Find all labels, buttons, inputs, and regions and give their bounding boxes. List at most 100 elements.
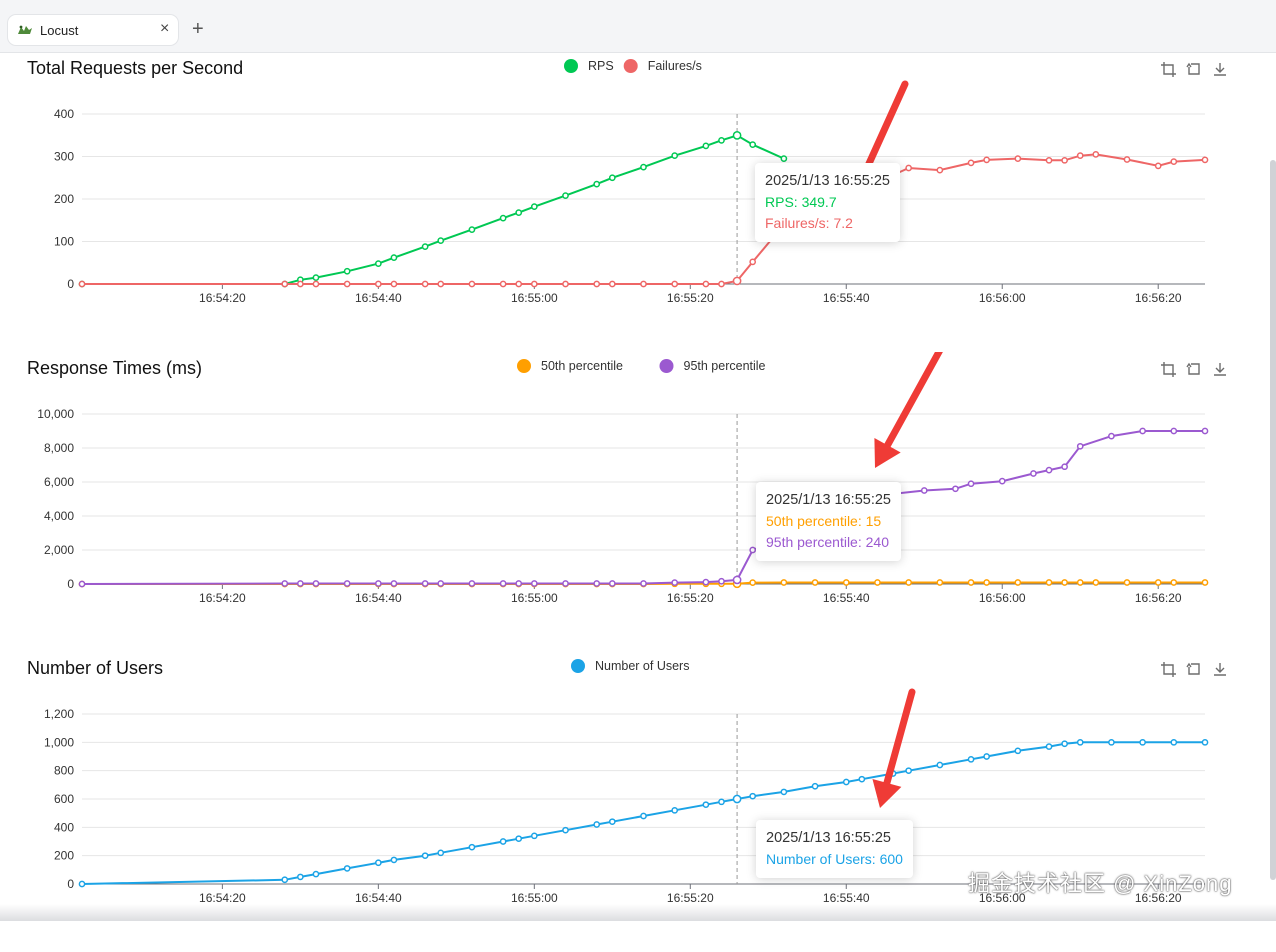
legend-label[interactable]: RPS bbox=[588, 59, 614, 73]
data-point[interactable] bbox=[1201, 156, 1209, 164]
browser-tab-locust[interactable]: Locust × bbox=[8, 15, 178, 45]
data-point[interactable] bbox=[562, 192, 569, 199]
data-point[interactable] bbox=[1061, 740, 1068, 748]
data-point[interactable] bbox=[671, 280, 679, 288]
data-point[interactable] bbox=[936, 166, 944, 174]
data-point[interactable] bbox=[967, 480, 975, 488]
data-point[interactable] bbox=[297, 580, 304, 587]
close-tab-icon[interactable]: × bbox=[160, 20, 169, 38]
data-point[interactable] bbox=[1170, 579, 1178, 586]
data-point[interactable] bbox=[936, 761, 944, 769]
response-times-chart[interactable]: 0 2,000 4,000 6,000 8,000 10,000 16:54:20 16:54… bbox=[0, 352, 1262, 652]
data-point[interactable] bbox=[1201, 579, 1209, 586]
data-point[interactable] bbox=[640, 580, 647, 587]
data-point[interactable] bbox=[1170, 427, 1178, 435]
data-point[interactable] bbox=[1092, 151, 1100, 158]
data-point[interactable] bbox=[1154, 579, 1162, 586]
data-point[interactable] bbox=[499, 214, 507, 222]
data-point[interactable] bbox=[1154, 162, 1162, 170]
data-point[interactable] bbox=[858, 775, 866, 783]
data-point[interactable] bbox=[593, 821, 601, 828]
data-point[interactable] bbox=[983, 753, 990, 760]
data-point[interactable] bbox=[78, 280, 86, 288]
data-point[interactable] bbox=[78, 580, 86, 588]
data-point[interactable] bbox=[998, 477, 1006, 485]
data-point[interactable] bbox=[593, 580, 601, 587]
data-point[interactable] bbox=[967, 755, 975, 763]
data-point[interactable] bbox=[718, 798, 725, 806]
data-point[interactable] bbox=[530, 580, 538, 587]
data-point[interactable] bbox=[593, 280, 601, 288]
data-point[interactable] bbox=[732, 575, 742, 585]
restore-icon[interactable] bbox=[1186, 662, 1200, 675]
data-point[interactable] bbox=[749, 546, 757, 554]
data-point[interactable] bbox=[499, 838, 507, 845]
data-point[interactable] bbox=[530, 832, 538, 840]
data-point[interactable] bbox=[390, 280, 398, 288]
restore-icon[interactable] bbox=[1186, 362, 1200, 375]
data-point[interactable] bbox=[421, 280, 429, 288]
data-point[interactable] bbox=[1170, 738, 1178, 746]
data-point[interactable] bbox=[499, 280, 507, 288]
data-point[interactable] bbox=[608, 174, 616, 182]
data-point[interactable] bbox=[343, 267, 351, 275]
data-point[interactable] bbox=[562, 280, 569, 288]
data-point[interactable] bbox=[718, 137, 725, 144]
data-point[interactable] bbox=[1030, 470, 1037, 477]
data-point[interactable] bbox=[1092, 579, 1100, 586]
data-point[interactable] bbox=[702, 801, 710, 809]
data-point[interactable] bbox=[1139, 738, 1146, 746]
data-point[interactable] bbox=[952, 485, 959, 493]
data-point[interactable] bbox=[515, 580, 523, 587]
data-point[interactable] bbox=[437, 280, 445, 288]
data-point[interactable] bbox=[671, 806, 679, 814]
data-point[interactable] bbox=[811, 579, 819, 586]
data-point[interactable] bbox=[1045, 579, 1053, 586]
legend-marker[interactable] bbox=[564, 59, 578, 73]
data-point[interactable] bbox=[671, 579, 679, 586]
data-point[interactable] bbox=[281, 280, 289, 288]
zoom-icon[interactable] bbox=[1161, 362, 1176, 377]
data-point[interactable] bbox=[343, 280, 351, 288]
download-icon[interactable] bbox=[1214, 663, 1226, 676]
data-point[interactable] bbox=[749, 258, 757, 266]
data-point[interactable] bbox=[593, 180, 601, 188]
data-point[interactable] bbox=[732, 131, 742, 140]
data-point[interactable] bbox=[702, 578, 710, 586]
data-point[interactable] bbox=[515, 209, 523, 216]
data-point[interactable] bbox=[983, 579, 990, 586]
data-point[interactable] bbox=[842, 579, 850, 586]
data-point[interactable] bbox=[297, 280, 304, 288]
download-icon[interactable] bbox=[1214, 63, 1226, 76]
data-point[interactable] bbox=[499, 580, 507, 587]
data-point[interactable] bbox=[562, 826, 569, 834]
zoom-icon[interactable] bbox=[1161, 662, 1176, 677]
data-point[interactable] bbox=[608, 818, 616, 826]
legend-marker[interactable] bbox=[659, 359, 674, 373]
data-point[interactable] bbox=[437, 580, 445, 587]
legend-marker[interactable] bbox=[623, 59, 638, 73]
data-point[interactable] bbox=[967, 159, 975, 167]
new-tab-icon[interactable]: + bbox=[192, 17, 204, 41]
legend-label[interactable]: 50th percentile bbox=[541, 359, 623, 373]
data-point[interactable] bbox=[1201, 427, 1209, 435]
data-point[interactable] bbox=[1076, 152, 1084, 160]
data-point[interactable] bbox=[936, 579, 944, 586]
data-point[interactable] bbox=[374, 859, 382, 867]
data-point[interactable] bbox=[421, 580, 429, 587]
data-point[interactable] bbox=[421, 852, 429, 860]
data-point[interactable] bbox=[468, 843, 476, 851]
data-point[interactable] bbox=[983, 156, 990, 164]
data-point[interactable] bbox=[468, 580, 476, 587]
legend-label[interactable]: 95th percentile bbox=[684, 359, 766, 373]
data-point[interactable] bbox=[374, 580, 382, 587]
legend-marker[interactable] bbox=[571, 659, 585, 673]
data-point[interactable] bbox=[702, 280, 710, 288]
data-point[interactable] bbox=[749, 141, 757, 148]
data-point[interactable] bbox=[1061, 156, 1068, 164]
data-point[interactable] bbox=[640, 280, 647, 288]
data-point[interactable] bbox=[1076, 579, 1084, 586]
data-point[interactable] bbox=[437, 237, 445, 244]
data-point[interactable] bbox=[1045, 466, 1053, 474]
zoom-icon[interactable] bbox=[1161, 62, 1176, 77]
